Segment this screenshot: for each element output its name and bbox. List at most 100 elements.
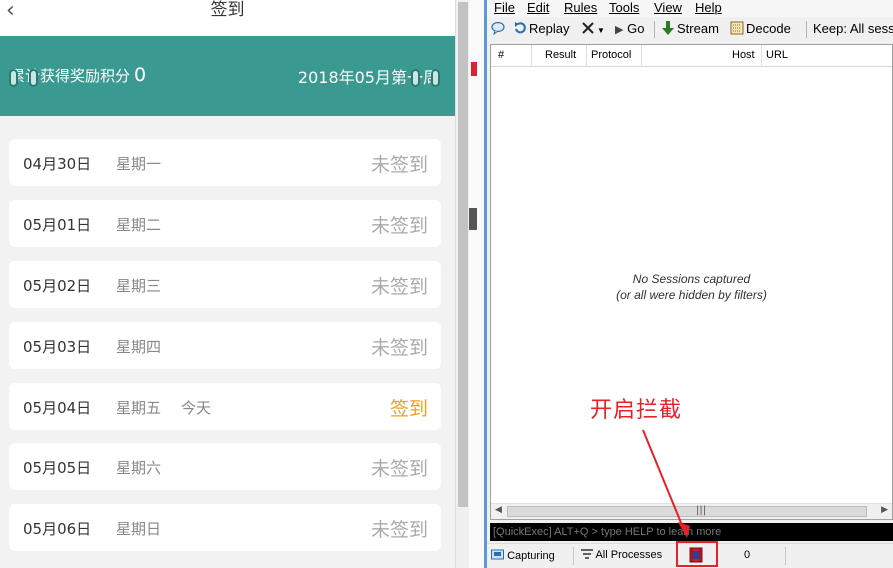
signin-status: 未签到: [370, 519, 428, 541]
menu-file[interactable]: File: [494, 0, 515, 15]
nav-bar: ‹ 签到: [0, 0, 455, 36]
annotation-highlight-box: [676, 541, 718, 567]
binder-ring-icon: [411, 69, 420, 87]
capture-icon: [491, 549, 504, 560]
capturing-label: Capturing: [507, 550, 555, 562]
chevron-down-icon: ▼: [597, 26, 605, 35]
signin-status: 未签到: [370, 458, 428, 480]
decode-button[interactable]: Decode: [730, 21, 791, 36]
filter-icon: [581, 549, 593, 559]
column-divider: [641, 45, 642, 67]
day-weekday: 星期日: [116, 520, 162, 538]
column-divider: [761, 45, 762, 67]
page-title: 签到: [210, 0, 245, 20]
stream-label: Stream: [677, 21, 719, 36]
annotation-label: 开启拦截: [590, 398, 683, 423]
background-mark: [469, 208, 477, 230]
day-date: 05月04日: [23, 399, 92, 417]
empty-line-1: No Sessions captured: [632, 272, 751, 286]
scroll-left-icon[interactable]: ◀: [495, 505, 502, 515]
day-card: 05月01日 星期二 未签到: [9, 200, 441, 247]
day-weekday: 星期二: [116, 216, 162, 234]
stream-button[interactable]: Stream: [661, 21, 719, 36]
empty-message: No Sessions captured (or all were hidden…: [491, 271, 892, 303]
column-result[interactable]: Result: [545, 49, 576, 61]
scrollbar-thumb[interactable]: |||: [507, 505, 867, 517]
replay-label: Replay: [529, 21, 570, 36]
today-label: 今天: [181, 399, 212, 417]
signin-status: 未签到: [370, 215, 428, 237]
replay-icon: [515, 22, 526, 34]
day-weekday: 星期五: [116, 399, 162, 417]
signin-button[interactable]: 签到: [390, 394, 428, 421]
day-card: 05月02日 星期三 未签到: [9, 261, 441, 308]
grip-icon: |||: [696, 505, 707, 516]
page-scrollbar[interactable]: [455, 0, 469, 568]
toolbar-divider: [654, 21, 655, 38]
empty-line-2: (or all were hidden by filters): [616, 288, 767, 302]
points-banner: 累计获得奖励积分 0 2018年05月第一周: [0, 36, 455, 116]
stream-icon: [662, 21, 674, 35]
replay-button[interactable]: Replay: [513, 21, 569, 36]
column-url[interactable]: URL: [766, 49, 788, 61]
day-date: 05月06日: [23, 520, 92, 538]
process-filter[interactable]: All Processes: [581, 549, 662, 561]
day-weekday: 星期三: [116, 277, 162, 295]
signin-status: 未签到: [370, 276, 428, 298]
decode-icon: [730, 21, 744, 35]
binder-ring-icon: [9, 69, 18, 87]
background-mark: [471, 62, 477, 76]
background-window-strip: [469, 0, 484, 568]
status-divider: [785, 547, 786, 565]
column-divider: [586, 45, 587, 67]
day-card: 05月03日 星期四 未签到: [9, 322, 441, 369]
sessions-header: # Result Protocol Host URL: [491, 45, 892, 67]
menu-rules[interactable]: Rules: [564, 0, 597, 15]
scroll-right-icon[interactable]: ▶: [881, 505, 888, 515]
column-protocol[interactable]: Protocol: [591, 49, 631, 61]
status-divider: [573, 547, 574, 565]
processes-label: All Processes: [595, 549, 663, 561]
day-card-today: 05月04日 星期五 今天 签到: [9, 383, 441, 430]
sessions-list[interactable]: # Result Protocol Host URL No Sessions c…: [490, 44, 893, 520]
points-value: 0: [134, 64, 147, 86]
column-divider: [531, 45, 532, 67]
signin-status: 未签到: [370, 337, 428, 359]
day-card: 05月05日 星期六 未签到: [9, 443, 441, 490]
signin-page: ‹ 签到 累计获得奖励积分 0 2018年05月第一周 04月30日 星期一 未签…: [0, 0, 455, 568]
toolbar-divider: [806, 21, 807, 38]
scrollbar-thumb[interactable]: [458, 2, 468, 507]
day-date: 05月03日: [23, 338, 92, 356]
binder-ring-icon: [431, 69, 440, 87]
points-label: 累计获得奖励积分: [10, 67, 131, 85]
day-weekday: 星期六: [116, 459, 162, 477]
keep-sessions-dropdown[interactable]: Keep: All sess: [813, 21, 893, 36]
speech-bubble-icon: [491, 21, 505, 35]
day-date: 05月05日: [23, 459, 92, 477]
day-weekday: 星期四: [116, 338, 162, 356]
remove-button[interactable]: ▼: [581, 21, 605, 36]
menu-help[interactable]: Help: [695, 0, 722, 15]
go-button[interactable]: ▶ Go: [615, 21, 644, 36]
binder-ring-icon: [29, 69, 38, 87]
fiddler-window: File Edit Rules Tools View Help Replay ▼…: [484, 0, 893, 568]
go-label: Go: [627, 21, 645, 36]
capturing-toggle[interactable]: Capturing: [491, 549, 555, 562]
session-count: 0: [744, 549, 751, 561]
close-icon: [582, 22, 594, 34]
menu-tools[interactable]: Tools: [609, 0, 639, 15]
day-date: 05月01日: [23, 216, 92, 234]
comment-button[interactable]: [491, 21, 507, 36]
column-host[interactable]: Host: [732, 49, 755, 61]
quickexec-input[interactable]: [QuickExec] ALT+Q > type HELP to learn m…: [490, 523, 893, 541]
decode-label: Decode: [746, 21, 791, 36]
day-weekday: 星期一: [116, 155, 162, 173]
menu-view[interactable]: View: [654, 0, 682, 15]
menu-edit[interactable]: Edit: [527, 0, 549, 15]
toolbar: Replay ▼ ▶ Go Stream Decode Keep: All se…: [487, 18, 893, 42]
day-date: 05月02日: [23, 277, 92, 295]
column-number[interactable]: #: [498, 49, 504, 61]
horizontal-scrollbar[interactable]: ◀ ||| ▶: [491, 503, 892, 519]
day-card: 05月06日 星期日 未签到: [9, 504, 441, 551]
day-card: 04月30日 星期一 未签到: [9, 139, 441, 186]
